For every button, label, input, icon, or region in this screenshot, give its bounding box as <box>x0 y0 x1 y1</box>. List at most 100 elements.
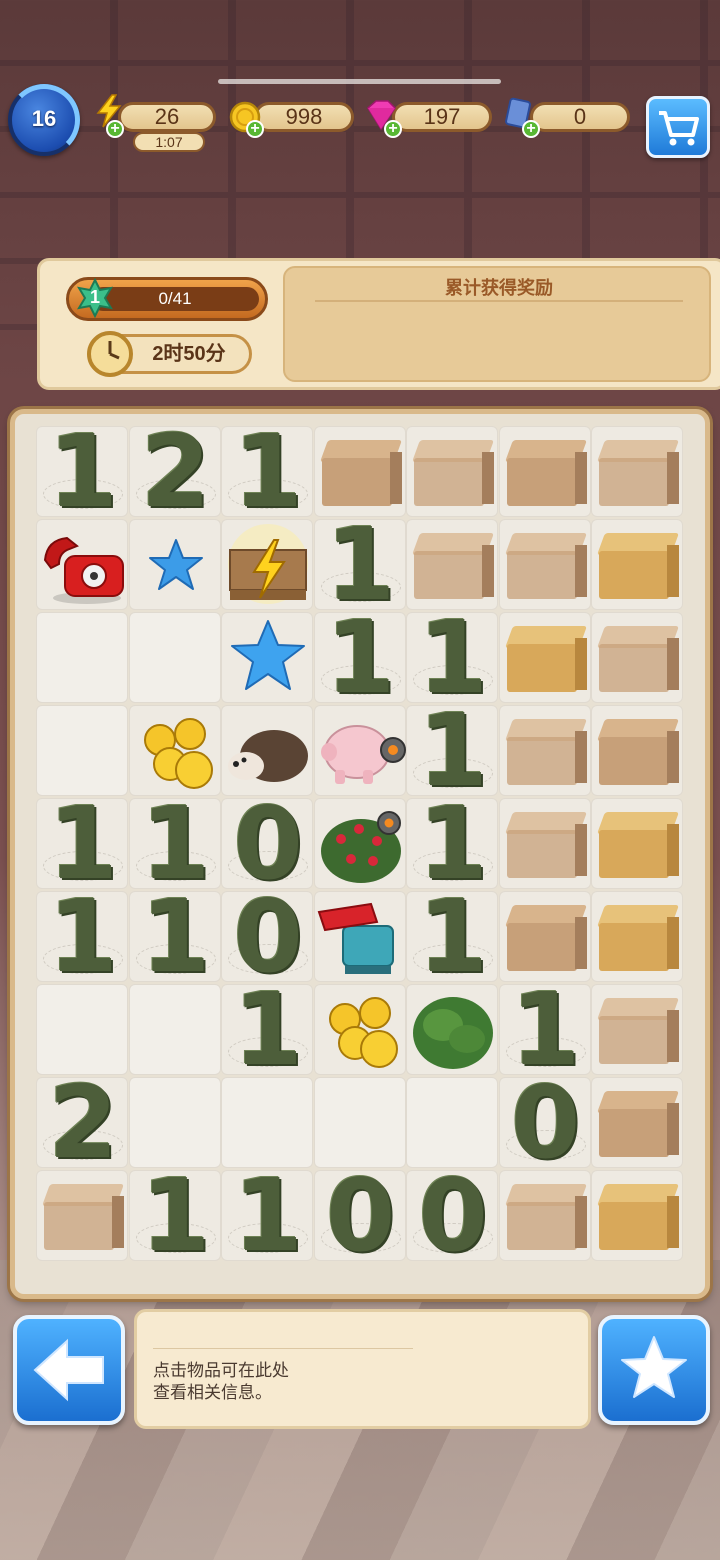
cardboard-box-icon[interactable] <box>40 1176 126 1256</box>
board-cell[interactable] <box>591 519 683 610</box>
board-cell[interactable] <box>406 426 498 517</box>
bush-icon[interactable] <box>407 985 499 1080</box>
board-cell[interactable]: 1 <box>36 887 128 987</box>
board-cell[interactable] <box>498 1170 591 1261</box>
cardboard-box-icon[interactable] <box>595 711 681 791</box>
board-cell[interactable] <box>591 612 683 703</box>
cardboard-box-icon[interactable] <box>595 897 681 977</box>
back-button[interactable] <box>13 1315 125 1425</box>
board-cell[interactable] <box>313 798 406 889</box>
board-cell[interactable]: 1 <box>128 794 221 894</box>
board-cell[interactable] <box>36 705 128 796</box>
board-cell[interactable]: 1 <box>406 701 498 801</box>
coins-counter[interactable]: 998 <box>254 102 354 132</box>
cardboard-box-icon[interactable] <box>503 1176 589 1256</box>
board-cell[interactable] <box>313 984 406 1075</box>
add-coins-button[interactable]: + <box>246 120 264 138</box>
board-cell[interactable] <box>591 426 683 517</box>
cardboard-box-icon[interactable] <box>595 525 681 605</box>
board-cell[interactable] <box>591 1170 683 1261</box>
tickets-counter[interactable]: 0 <box>530 102 630 132</box>
board-cell[interactable] <box>36 984 128 1075</box>
board-cell[interactable] <box>498 612 591 703</box>
cardboard-box-icon[interactable] <box>318 432 404 512</box>
board-cell[interactable] <box>498 426 591 517</box>
board-cell[interactable]: 2 <box>128 422 221 522</box>
rose-bush-icon[interactable] <box>315 799 407 894</box>
cardboard-box-icon[interactable] <box>503 897 589 977</box>
board-cell[interactable] <box>498 519 591 610</box>
board-cell[interactable]: 1 <box>498 980 591 1080</box>
board-cell[interactable] <box>313 705 406 796</box>
board-cell[interactable] <box>128 612 221 703</box>
board-cell[interactable] <box>128 705 221 796</box>
cardboard-box-icon[interactable] <box>595 990 681 1070</box>
board-cell[interactable]: 1 <box>128 1166 221 1266</box>
star-small-icon[interactable] <box>130 520 222 615</box>
board-cell[interactable] <box>221 612 313 703</box>
board-cell[interactable]: 1 <box>128 887 221 987</box>
board-cell[interactable]: 1 <box>406 794 498 894</box>
board-cell[interactable] <box>36 612 128 703</box>
board-cell[interactable] <box>591 984 683 1075</box>
board-cell[interactable]: 0 <box>406 1166 498 1266</box>
board-cell[interactable] <box>591 891 683 982</box>
board-cell[interactable] <box>221 519 313 610</box>
cardboard-box-icon[interactable] <box>410 525 496 605</box>
board-cell[interactable]: 0 <box>221 794 313 894</box>
board-cell[interactable]: 1 <box>36 422 128 522</box>
cardboard-box-icon[interactable] <box>595 1176 681 1256</box>
board-cell[interactable]: 0 <box>221 887 313 987</box>
board-cell[interactable] <box>36 1170 128 1261</box>
board-cell[interactable]: 1 <box>221 1166 313 1266</box>
board-cell[interactable] <box>128 519 221 610</box>
cardboard-box-icon[interactable] <box>503 432 589 512</box>
cardboard-box-icon[interactable] <box>410 432 496 512</box>
board-cell[interactable] <box>36 519 128 610</box>
telephone-icon[interactable] <box>37 520 129 615</box>
board-cell[interactable]: 1 <box>221 422 313 522</box>
board-cell[interactable]: 1 <box>36 794 128 894</box>
cardboard-box-icon[interactable] <box>503 525 589 605</box>
cardboard-box-icon[interactable] <box>595 1083 681 1163</box>
cardboard-box-icon[interactable] <box>503 711 589 791</box>
piggy-bank-icon[interactable] <box>315 706 407 801</box>
board-cell[interactable] <box>313 891 406 982</box>
gems-counter[interactable]: 197 <box>392 102 492 132</box>
board-cell[interactable]: 1 <box>313 515 406 615</box>
board-cell[interactable] <box>498 891 591 982</box>
cardboard-box-icon[interactable] <box>503 618 589 698</box>
board-cell[interactable] <box>313 1077 406 1168</box>
board-cell[interactable]: 1 <box>406 887 498 987</box>
board-cell[interactable] <box>128 984 221 1075</box>
coins-icon[interactable] <box>315 985 407 1080</box>
board-cell[interactable] <box>221 705 313 796</box>
favorites-button[interactable] <box>598 1315 710 1425</box>
drag-handle[interactable] <box>218 79 501 84</box>
grinder-icon[interactable] <box>315 892 407 987</box>
board-cell[interactable] <box>591 798 683 889</box>
add-energy-button[interactable]: + <box>106 120 124 138</box>
board-cell[interactable] <box>498 798 591 889</box>
board-cell[interactable] <box>313 426 406 517</box>
board-cell[interactable]: 0 <box>313 1166 406 1266</box>
board-cell[interactable] <box>406 984 498 1075</box>
board-cell[interactable]: 1 <box>406 608 498 708</box>
board-cell[interactable] <box>406 1077 498 1168</box>
board-cell[interactable] <box>498 705 591 796</box>
cardboard-box-icon[interactable] <box>595 432 681 512</box>
board-cell[interactable] <box>591 705 683 796</box>
board-cell[interactable] <box>591 1077 683 1168</box>
cardboard-box-icon[interactable] <box>595 618 681 698</box>
add-tickets-button[interactable]: + <box>522 120 540 138</box>
add-gems-button[interactable]: + <box>384 120 402 138</box>
board-cell[interactable] <box>221 1077 313 1168</box>
shop-button[interactable] <box>646 96 710 158</box>
cardboard-box-icon[interactable] <box>595 804 681 884</box>
board-cell[interactable]: 1 <box>313 608 406 708</box>
player-level-badge[interactable]: 16 <box>8 84 80 156</box>
cardboard-box-icon[interactable] <box>503 804 589 884</box>
energy-counter[interactable]: 26 <box>118 102 216 132</box>
board-cell[interactable]: 0 <box>498 1073 591 1173</box>
energy-pallet-icon[interactable] <box>222 520 314 615</box>
